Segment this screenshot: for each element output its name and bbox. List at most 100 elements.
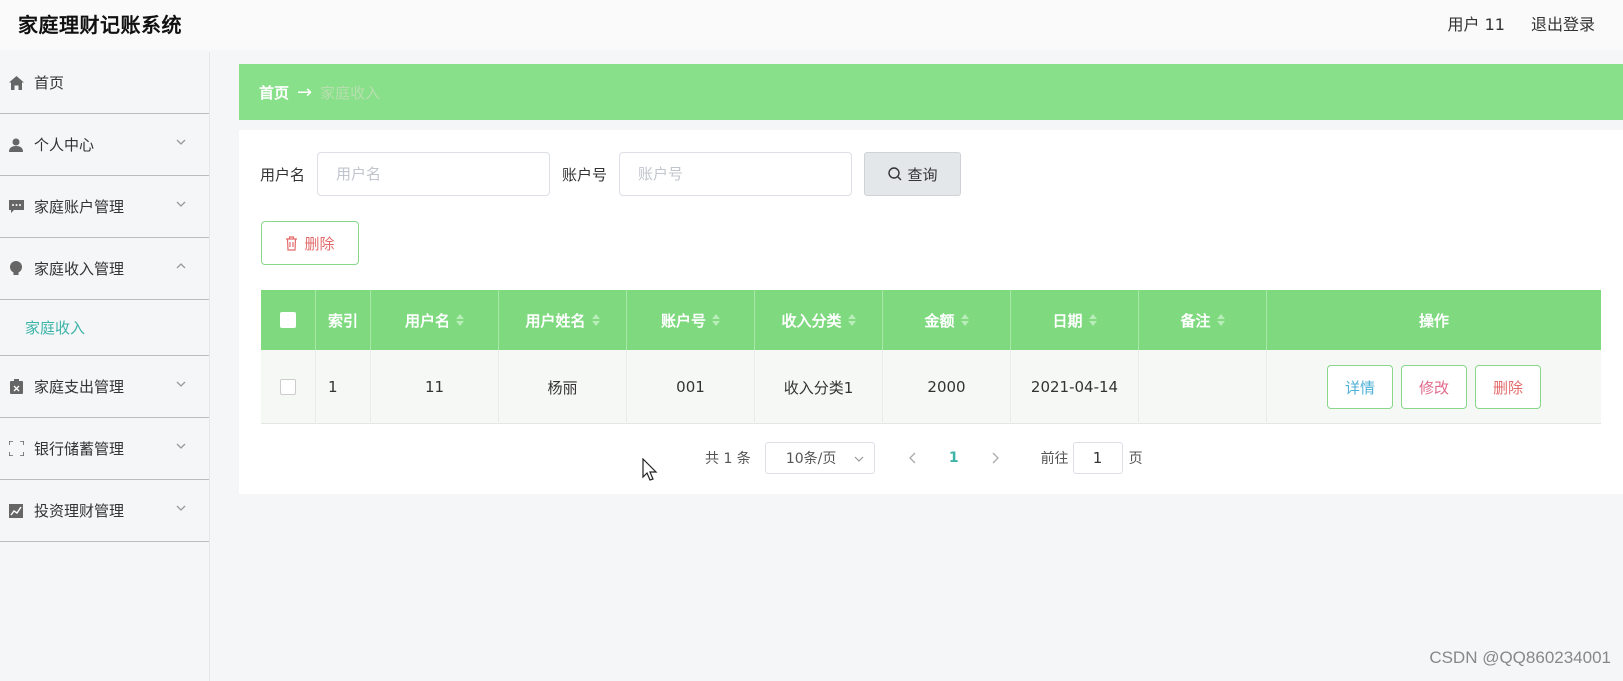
column-header-label: 用户名 [404,311,450,330]
account-input[interactable] [619,152,853,196]
username-input[interactable] [317,152,551,196]
column-header-category[interactable]: 收入分类 [755,290,883,350]
pagination-total: 共 1 条 [705,451,751,467]
logout-link[interactable]: 退出登录 [1531,11,1595,35]
row-checkbox[interactable] [280,379,296,395]
top-header: 家庭理财记账系统 用户 11 退出登录 [0,0,1623,50]
table-row: 1 11 杨丽 001 收入分类1 2000 2021-04-14 详情 修改 … [261,350,1601,424]
chevron-down-icon [176,381,186,387]
sidebar-item-family-account[interactable]: 家庭账户管理 [0,176,209,238]
sidebar-item-label: 个人中心 [34,136,95,154]
chevron-down-icon [176,201,186,207]
message-icon [8,199,24,215]
cell-category: 收入分类1 [755,350,883,424]
column-header-index: 索引 [316,290,371,350]
row-select-cell [261,350,316,424]
breadcrumb: 首页 → 家庭收入 [239,64,1623,120]
chevron-down-icon [854,456,864,462]
column-header-name[interactable]: 用户姓名 [499,290,627,350]
column-header-amount[interactable]: 金额 [883,290,1011,350]
chevron-up-icon [176,263,186,269]
cell-amount: 2000 [883,350,1011,424]
column-header-label: 日期 [1052,311,1083,330]
column-header-label: 操作 [1418,311,1449,330]
sidebar-subitem-family-income[interactable]: 家庭收入 [0,300,209,356]
search-icon [887,167,902,181]
mouse-cursor-icon [642,458,658,481]
sort-icon[interactable] [847,314,856,326]
column-header-label: 用户姓名 [525,311,586,330]
sidebar: 首页 个人中心 家庭账户管理 家庭收入管理 家庭收入 家庭支出管理 银行储蓄管理 [0,52,210,681]
sidebar-item-personal-center[interactable]: 个人中心 [0,114,209,176]
bulb-icon [8,261,24,277]
sidebar-item-investment[interactable]: 投资理财管理 [0,480,209,542]
header-user-area: 用户 11 退出登录 [1448,11,1595,35]
query-button[interactable]: 查询 [864,152,962,196]
batch-delete-button[interactable]: 删除 [261,221,359,265]
column-header-note[interactable]: 备注 [1139,290,1267,350]
query-button-label: 查询 [907,165,938,184]
cell-actions: 详情 修改 删除 [1267,350,1601,424]
account-label: 账户号 [562,165,608,184]
breadcrumb-separator: → [297,81,313,103]
page-suffix: 页 [1128,451,1143,467]
search-form: 用户名 账户号 查询 [260,152,962,196]
chart-icon [8,503,24,519]
sort-icon[interactable] [712,314,720,326]
goto-label: 前往 [1040,451,1069,467]
column-header-username[interactable]: 用户名 [371,290,499,350]
chevron-right-icon [992,452,999,464]
table-header: 索引 用户名 用户姓名 账户号 收入分类 金额 日期 备注 操作 [261,290,1601,350]
cell-username: 11 [371,350,499,424]
sidebar-item-label: 家庭支出管理 [34,378,125,396]
sort-icon[interactable] [960,314,969,326]
sidebar-item-family-expense[interactable]: 家庭支出管理 [0,356,209,418]
delete-button[interactable]: 删除 [1475,365,1541,409]
column-header-account[interactable]: 账户号 [627,290,755,350]
column-header-label: 金额 [924,311,955,330]
prev-page-button[interactable] [903,452,923,464]
sort-icon[interactable] [1088,314,1097,326]
select-all-checkbox[interactable] [280,312,296,328]
next-page-button[interactable] [985,452,1005,464]
cell-index: 1 [316,350,371,424]
select-all-cell [261,290,316,350]
sort-icon[interactable] [591,314,600,326]
chevron-down-icon [176,505,186,511]
detail-button[interactable]: 详情 [1327,365,1393,409]
goto-page-input[interactable] [1072,442,1123,474]
current-user-label[interactable]: 用户 11 [1448,11,1505,35]
breadcrumb-current: 家庭收入 [320,83,381,102]
sidebar-item-home[interactable]: 首页 [0,52,209,114]
watermark: CSDN @QQ860234001 [1429,648,1611,667]
cell-account: 001 [627,350,755,424]
user-icon [8,137,24,153]
page-number-current[interactable]: 1 [949,450,959,466]
edit-button[interactable]: 修改 [1401,365,1467,409]
breadcrumb-home[interactable]: 首页 [259,82,289,103]
batch-delete-label: 删除 [304,234,335,253]
sidebar-item-bank-savings[interactable]: 银行储蓄管理 [0,418,209,480]
column-header-date[interactable]: 日期 [1011,290,1139,350]
column-header-label: 备注 [1180,311,1211,330]
chevron-left-icon [908,452,916,464]
frame-icon [8,441,24,457]
page-size-select[interactable]: 10条/页 [764,442,875,474]
cell-date: 2021-04-14 [1011,350,1139,424]
sidebar-item-label: 投资理财管理 [34,502,125,520]
sidebar-item-label: 家庭账户管理 [34,198,125,216]
home-icon [8,75,24,91]
sidebar-item-label: 家庭收入管理 [34,260,125,278]
column-header-label: 索引 [327,311,358,330]
income-table: 索引 用户名 用户姓名 账户号 收入分类 金额 日期 备注 操作 1 11 杨丽… [261,290,1601,424]
app-title: 家庭理财记账系统 [18,13,182,37]
column-header-actions: 操作 [1267,290,1601,350]
column-header-label: 收入分类 [781,311,842,330]
column-header-label: 账户号 [660,311,706,330]
chevron-down-icon [176,443,186,449]
chevron-down-icon [176,139,186,145]
sort-icon[interactable] [1216,314,1225,326]
sidebar-item-family-income[interactable]: 家庭收入管理 [0,238,209,300]
sidebar-item-label: 首页 [34,74,65,92]
sort-icon[interactable] [456,314,464,326]
